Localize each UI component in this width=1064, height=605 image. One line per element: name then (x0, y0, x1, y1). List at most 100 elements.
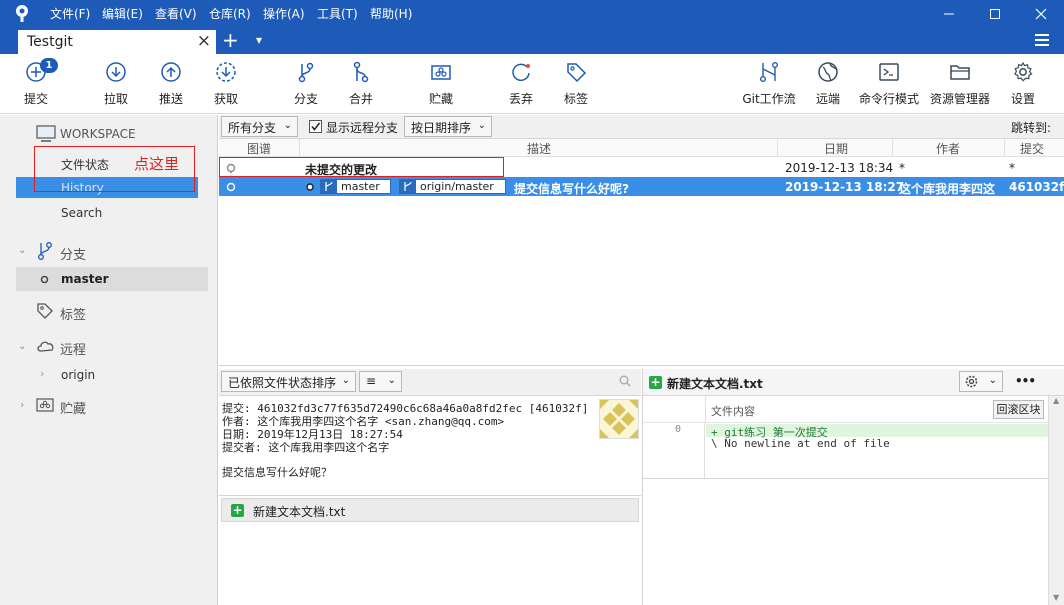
tab-close-icon[interactable]: × (197, 31, 211, 51)
app-logo-icon (14, 4, 30, 23)
show-remote-checkbox[interactable] (309, 120, 322, 133)
added-line: + git练习 第一次提交 (706, 424, 1049, 439)
stash-icon (428, 60, 454, 84)
tag-label: 标签 (563, 92, 588, 106)
jump-to-label[interactable]: 跳转到: (1011, 119, 1051, 136)
close-icon[interactable] (1018, 0, 1064, 27)
avatar (599, 399, 639, 439)
discard-button[interactable]: 丢弃 (503, 60, 539, 107)
fetch-button[interactable]: 获取 (208, 60, 244, 107)
menu-repository[interactable]: 仓库(R) (209, 5, 251, 22)
explorer-label: 资源管理器 (929, 92, 990, 106)
view-mode-dropdown[interactable]: ≡ ⌄ (359, 371, 402, 392)
all-branches-dropdown[interactable]: 所有分支 ⌄ (221, 116, 298, 137)
commit-count-badge: 1 (40, 58, 58, 73)
chevron-down-icon: ⌄ (988, 375, 997, 386)
added-file-icon: + (231, 503, 244, 517)
branch-tag-master[interactable]: master (320, 179, 391, 194)
branch-icon (400, 180, 416, 193)
remote-button[interactable]: 远端 (810, 60, 846, 107)
push-label: 推送 (158, 92, 183, 106)
maximize-icon[interactable] (972, 0, 1018, 27)
pull-button[interactable]: 拉取 (98, 60, 134, 107)
all-branches-label: 所有分支 (228, 121, 277, 135)
sort-by-date-dropdown[interactable]: 按日期排序 ⌄ (404, 116, 492, 137)
file-pane-toolbar: 已依照文件状态排序 ⌄ ≡ ⌄ (219, 369, 641, 396)
commit-date: 2019-12-13 18:34 (785, 161, 894, 175)
diff-scrollbar[interactable]: ▲ ▼ (1048, 396, 1064, 605)
tab-testgit[interactable]: Testgit × (18, 30, 216, 54)
sidebar-item-search[interactable]: Search (61, 206, 102, 220)
push-button[interactable]: 推送 (153, 60, 189, 107)
menu-edit[interactable]: 编辑(E) (102, 5, 143, 22)
column-date[interactable]: 日期 (824, 140, 848, 157)
detail-committer: 提交者: 这个库我用李四这个名字 (222, 441, 390, 454)
added-file-icon: + (649, 375, 662, 389)
terminal-button[interactable]: 命令行模式 (858, 60, 920, 107)
add-tab-icon[interactable]: + (222, 28, 239, 52)
hunk-title: 文件内容 (711, 405, 755, 418)
remote-label: 远端 (815, 92, 840, 106)
branch-icon (321, 180, 337, 193)
sidebar-item-origin[interactable]: origin (61, 368, 95, 382)
terminal-label: 命令行模式 (858, 92, 919, 106)
sidebar-heading-branches[interactable]: 分支 (60, 244, 86, 263)
sidebar-item-master[interactable]: master (16, 267, 208, 291)
commit-author: * (899, 161, 905, 175)
merge-label: 合并 (348, 92, 373, 106)
tag-button[interactable]: 标签 (558, 60, 594, 107)
menu-help[interactable]: 帮助(H) (370, 5, 412, 22)
merge-button[interactable]: 合并 (343, 60, 379, 107)
title-bar: 文件(F) 编辑(E) 查看(V) 仓库(R) 操作(A) 工具(T) 帮助(H… (0, 0, 1064, 27)
gitflow-label: Git工作流 (742, 92, 796, 106)
search-icon[interactable] (619, 375, 631, 387)
branch-icon (293, 60, 319, 84)
discard-label: 丢弃 (508, 92, 533, 106)
origin-chevron-icon[interactable]: › (40, 367, 44, 380)
chevron-down-icon: ⌄ (387, 375, 396, 386)
scroll-down-icon[interactable]: ▼ (1053, 593, 1059, 602)
column-author[interactable]: 作者 (936, 140, 960, 157)
menu-file[interactable]: 文件(F) (50, 5, 90, 22)
explorer-button[interactable]: 资源管理器 (928, 60, 992, 107)
minimize-icon[interactable] (926, 0, 972, 27)
stash-icon (36, 397, 54, 413)
terminal-icon (876, 60, 902, 84)
branch-tag-origin-master[interactable]: origin/master (399, 179, 506, 194)
more-options-icon[interactable]: ••• (1015, 374, 1036, 388)
diff-options-dropdown[interactable]: ⌄ (959, 371, 1003, 392)
folder-icon (947, 60, 973, 84)
rollback-hunk-button[interactable]: 回滚区块 (993, 400, 1044, 419)
stash-button[interactable]: 贮藏 (423, 60, 459, 107)
menu-view[interactable]: 查看(V) (155, 5, 197, 22)
commit-list-header: 图谱 描述 日期 作者 提交 (219, 139, 1064, 157)
globe-icon (815, 60, 841, 84)
hamburger-menu-icon[interactable] (1035, 34, 1049, 46)
tab-dropdown-icon[interactable]: ▾ (256, 33, 262, 47)
menu-tools[interactable]: 工具(T) (317, 5, 358, 22)
sidebar-heading-remotes[interactable]: 远程 (60, 339, 86, 358)
branch-button[interactable]: 分支 (288, 60, 324, 107)
settings-button[interactable]: 设置 (1005, 60, 1041, 107)
no-newline-text: \ No newline at end of file (711, 437, 890, 450)
tag-icon (563, 60, 589, 84)
branches-chevron-icon[interactable]: ⌄ (18, 245, 26, 256)
show-remote-label: 显示远程分支 (326, 121, 399, 135)
file-row[interactable]: + 新建文本文档.txt (221, 498, 639, 522)
scroll-up-icon[interactable]: ▲ (1053, 396, 1059, 405)
column-graph[interactable]: 图谱 (247, 140, 271, 157)
remotes-chevron-icon[interactable]: ⌄ (18, 341, 26, 352)
column-description[interactable]: 描述 (527, 140, 551, 157)
file-sort-dropdown[interactable]: 已依照文件状态排序 ⌄ (221, 371, 356, 392)
column-commit[interactable]: 提交 (1020, 140, 1044, 157)
gitflow-button[interactable]: Git工作流 (740, 60, 798, 107)
sidebar-heading-tags[interactable]: 标签 (60, 304, 86, 323)
fetch-icon (213, 60, 239, 84)
stash-chevron-icon[interactable]: › (20, 398, 24, 411)
gear-icon (1010, 60, 1036, 84)
menu-actions[interactable]: 操作(A) (263, 5, 305, 22)
branch-label: 分支 (293, 92, 318, 106)
commit-row-selected[interactable]: master origin/master 提交信息写什么好呢? 2019-12-… (219, 177, 1064, 196)
chevron-down-icon: ⌄ (477, 120, 486, 131)
sidebar-heading-stash[interactable]: 贮藏 (60, 398, 86, 417)
